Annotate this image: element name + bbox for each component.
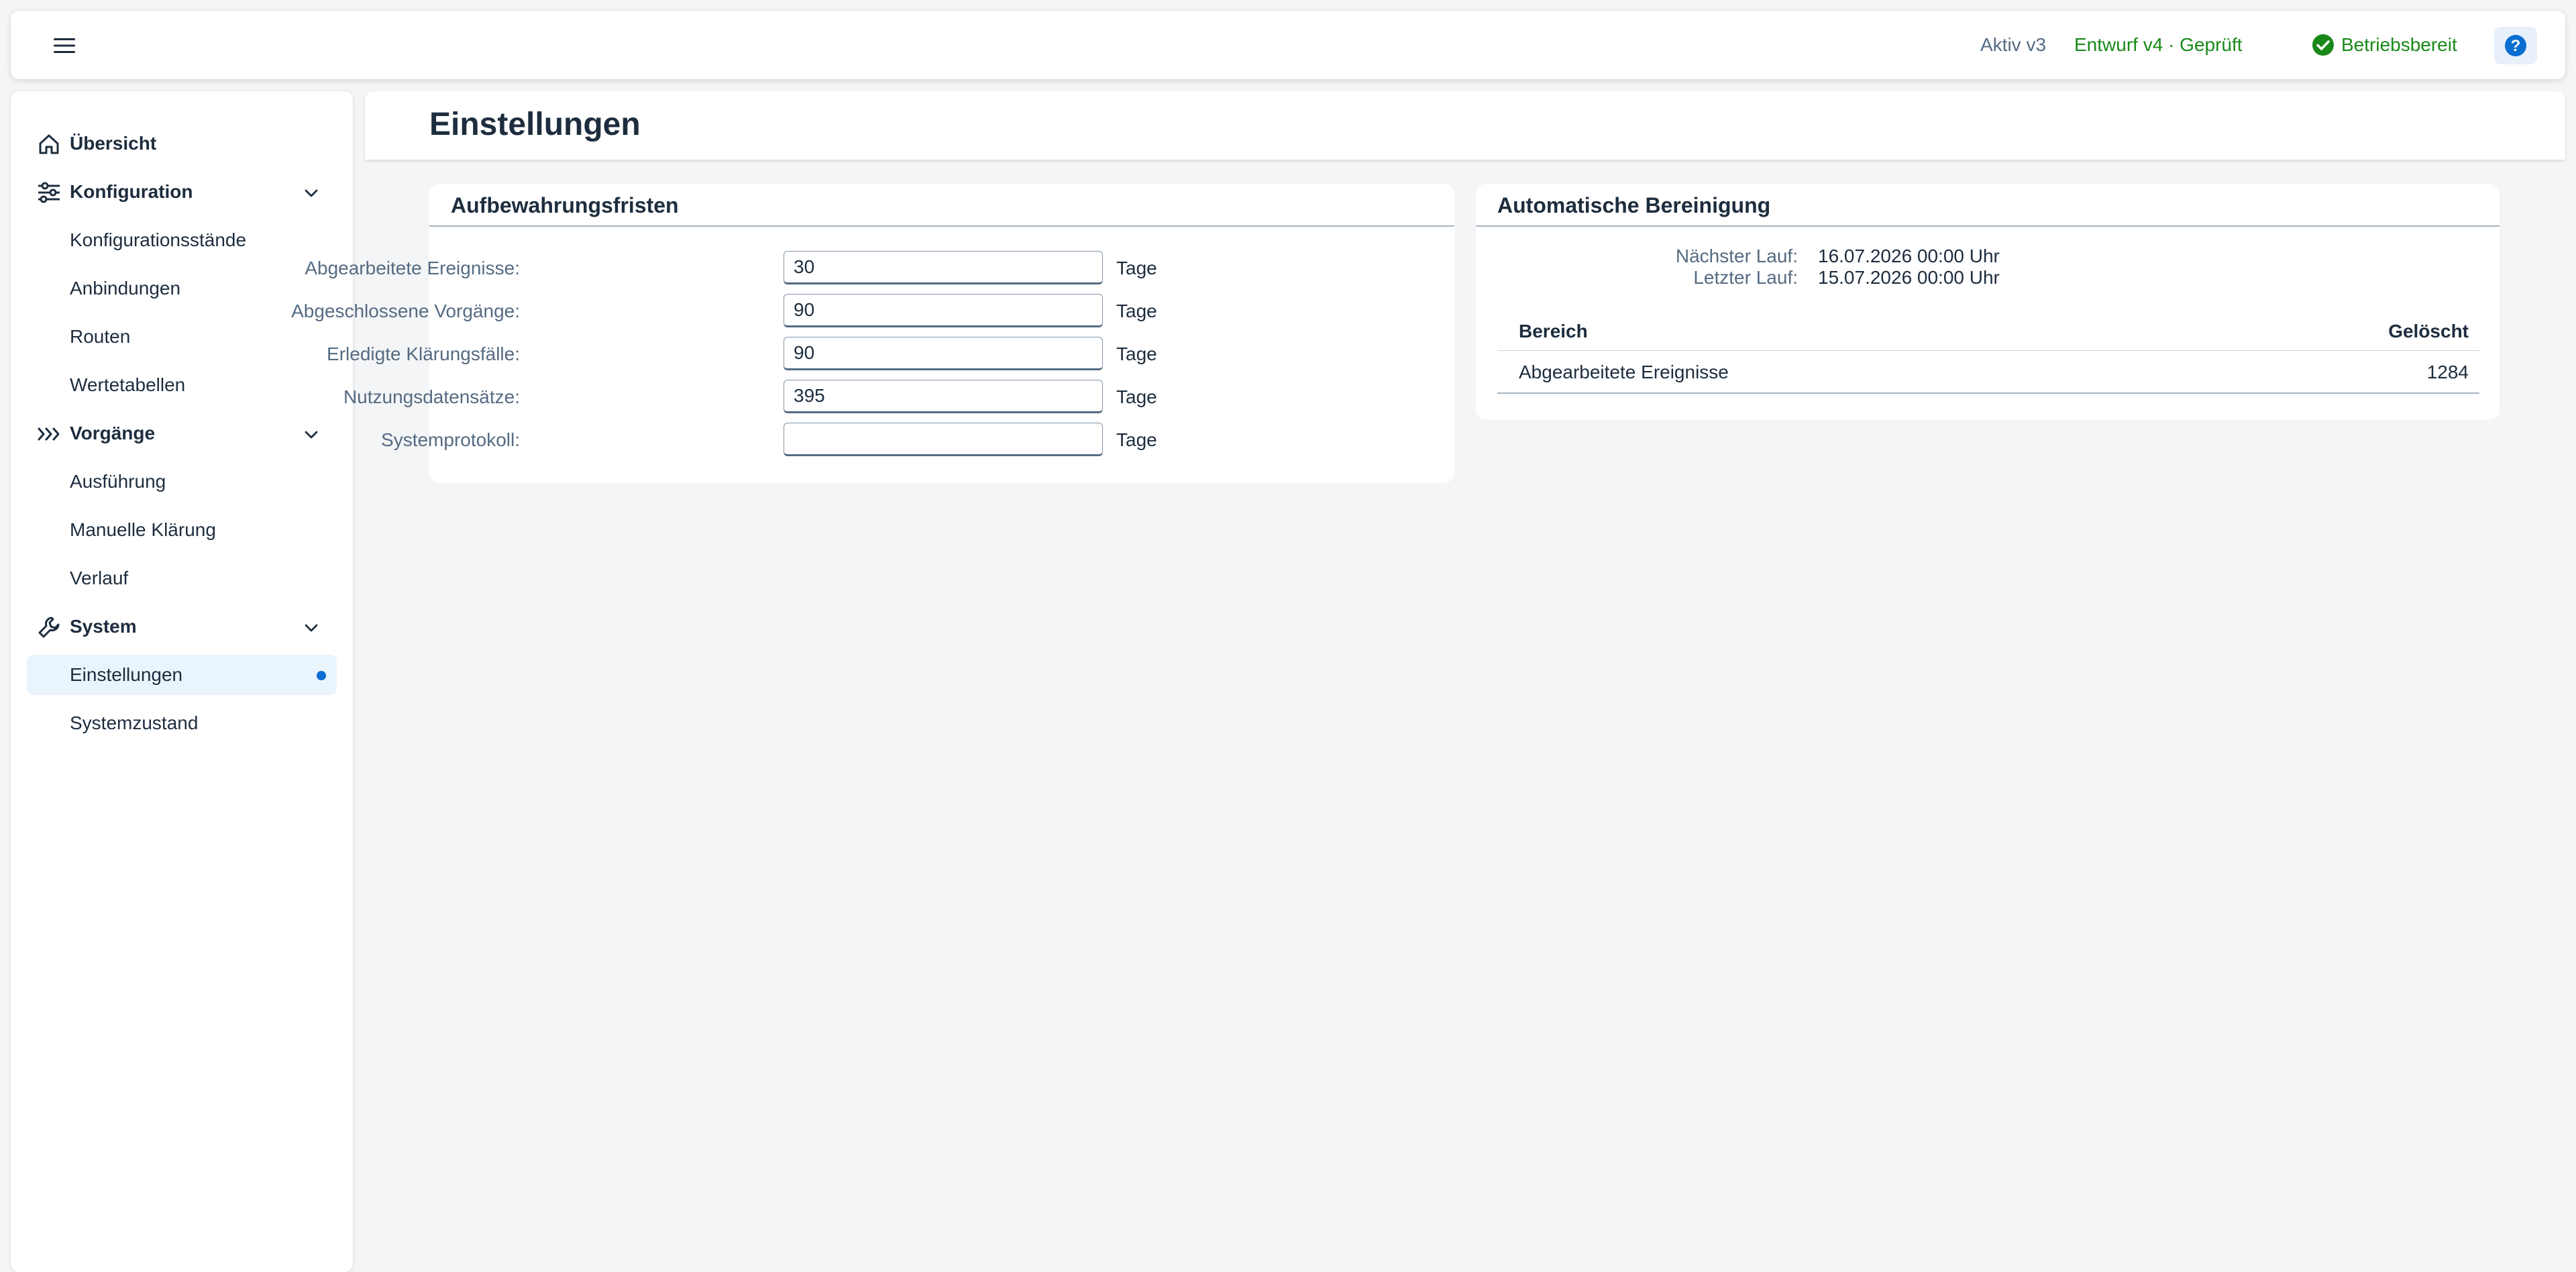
sidebar-item-anbindungen[interactable]: Anbindungen xyxy=(27,268,337,309)
chevron-down-icon[interactable] xyxy=(303,620,319,636)
cleanup-table: Bereich Gelöscht Abgearbeitete Ereigniss… xyxy=(1497,311,2479,394)
field-label: Systemprotokoll: xyxy=(381,429,520,450)
wrench-icon xyxy=(36,615,62,640)
status-text: Betriebsbereit xyxy=(2341,34,2457,55)
resolved-cases-days-input[interactable] xyxy=(784,337,1103,370)
sidebar-item-verlauf[interactable]: Verlauf xyxy=(27,558,337,598)
help-button[interactable]: ? xyxy=(2494,27,2537,64)
sidebar-item-label: Ausführung xyxy=(70,471,166,492)
next-run-row: Nächster Lauf: 16.07.2026 00:00 Uhr xyxy=(1476,246,2500,267)
sidebar-item-label: Anbindungen xyxy=(70,278,181,299)
sidebar-item-label: Wertetabellen xyxy=(70,374,186,395)
sidebar-item-routen[interactable]: Routen xyxy=(27,317,337,357)
unit-label: Tage xyxy=(1116,386,1157,407)
column-header-geloescht[interactable]: Gelöscht xyxy=(2388,321,2469,342)
sidebar-item-label: Verlauf xyxy=(70,568,129,588)
status-badge: Betriebsbereit xyxy=(2312,11,2457,79)
sidebar-item-label: Einstellungen xyxy=(70,664,183,685)
sidebar-item-label: Manuelle Klärung xyxy=(70,519,216,540)
sidebar-item-label: System xyxy=(70,616,137,637)
sidebar-item-konfiguration[interactable]: Konfiguration xyxy=(27,172,337,212)
last-run-row: Letzter Lauf: 15.07.2026 00:00 Uhr xyxy=(1476,267,2500,288)
table-row[interactable]: Abgearbeitete Ereignisse 1284 xyxy=(1497,351,2479,394)
sidebar-item-konfigurationsstaende[interactable]: Konfigurationsstände xyxy=(27,220,337,260)
table-header: Bereich Gelöscht xyxy=(1497,311,2479,351)
sidebar-item-label: Vorgänge xyxy=(70,423,156,443)
form-row-resolved-cases: Erledigte Klärungsfälle: Tage xyxy=(327,335,1454,373)
chevron-down-icon[interactable] xyxy=(303,427,319,443)
shell-header: Aktiv v3 Entwurf v4 · Geprüft Betriebsbe… xyxy=(11,11,2565,79)
sidebar-item-label: Konfiguration xyxy=(70,181,193,202)
sidebar-item-label: Konfigurationsstände xyxy=(70,229,247,250)
sidebar-item-label: Systemzustand xyxy=(70,712,199,733)
field-label: Nutzungsdatensätze: xyxy=(343,386,520,407)
form-row-completed-processes: Abgeschlossene Vorgänge: Tage xyxy=(291,293,1454,330)
sidebar-item-label: Routen xyxy=(70,326,131,347)
usage-records-days-input[interactable] xyxy=(784,380,1103,413)
next-run-value: 16.07.2026 00:00 Uhr xyxy=(1818,246,2000,266)
sliders-icon xyxy=(36,180,62,205)
processed-events-days-input[interactable] xyxy=(784,251,1103,284)
home-icon xyxy=(36,131,62,157)
unit-label: Tage xyxy=(1116,343,1157,364)
draft-version-link[interactable]: Entwurf v4 · Geprüft xyxy=(2074,11,2243,79)
page-header: Einstellungen xyxy=(365,91,2565,160)
sidebar-item-ausfuehrung[interactable]: Ausführung xyxy=(27,462,337,502)
sidebar-item-vorgaenge[interactable]: Vorgänge xyxy=(27,413,337,454)
form-row-processed-events: Abgearbeitete Ereignisse: Tage xyxy=(305,250,1454,287)
sidebar-item-system[interactable]: System xyxy=(27,606,337,647)
side-navigation: Übersicht Konfiguration Konfigurationsst… xyxy=(11,91,353,1272)
retention-card: Aufbewahrungsfristen Abgearbeitete Ereig… xyxy=(291,184,1454,483)
cleanup-card: Automatische Bereinigung Nächster Lauf: … xyxy=(1476,184,2500,420)
table-cell-bereich: Abgearbeitete Ereignisse xyxy=(1519,362,1729,382)
sidebar-item-einstellungen[interactable]: Einstellungen xyxy=(27,655,337,695)
form-row-system-log: Systemprotokoll: Tage xyxy=(381,421,1454,459)
chevron-down-icon[interactable] xyxy=(303,185,319,201)
card-header: Automatische Bereinigung xyxy=(1476,184,2500,227)
sidebar-item-wertetabellen[interactable]: Wertetabellen xyxy=(27,365,337,405)
unit-label: Tage xyxy=(1116,301,1157,321)
sidebar-item-systemzustand[interactable]: Systemzustand xyxy=(27,703,337,743)
unit-label: Tage xyxy=(1116,429,1157,450)
table-cell-geloescht: 1284 xyxy=(2426,362,2469,382)
completed-processes-days-input[interactable] xyxy=(784,294,1103,327)
sidebar-item-uebersicht[interactable]: Übersicht xyxy=(27,123,337,164)
active-version-label: Aktiv v3 xyxy=(1980,34,2047,55)
last-run-value: 15.07.2026 00:00 Uhr xyxy=(1818,267,2000,288)
help-question-icon: ? xyxy=(2505,35,2526,56)
hamburger-menu-icon[interactable] xyxy=(43,32,86,59)
card-title: Automatische Bereinigung xyxy=(1497,193,1771,217)
check-circle-icon xyxy=(2312,34,2334,56)
field-label: Abgearbeitete Ereignisse: xyxy=(305,258,520,278)
field-label: Abgeschlossene Vorgänge: xyxy=(291,301,520,321)
card-title: Aufbewahrungsfristen xyxy=(451,193,679,217)
form-row-usage-records: Nutzungsdatensätze: Tage xyxy=(343,378,1454,416)
selected-indicator-dot xyxy=(317,671,326,680)
system-log-days-input[interactable] xyxy=(784,423,1103,456)
card-header: Aufbewahrungsfristen xyxy=(429,184,1454,227)
sidebar-item-label: Übersicht xyxy=(70,133,157,154)
next-run-label: Nächster Lauf: xyxy=(1675,246,1798,266)
last-run-label: Letzter Lauf: xyxy=(1693,267,1798,288)
page-title: Einstellungen xyxy=(429,107,641,142)
process-chevrons-icon xyxy=(36,421,62,447)
unit-label: Tage xyxy=(1116,258,1157,278)
field-label: Erledigte Klärungsfälle: xyxy=(327,343,520,364)
sidebar-item-manuelle-klaerung[interactable]: Manuelle Klärung xyxy=(27,510,337,550)
svg-text:?: ? xyxy=(2511,37,2521,55)
column-header-bereich[interactable]: Bereich xyxy=(1519,321,1588,342)
